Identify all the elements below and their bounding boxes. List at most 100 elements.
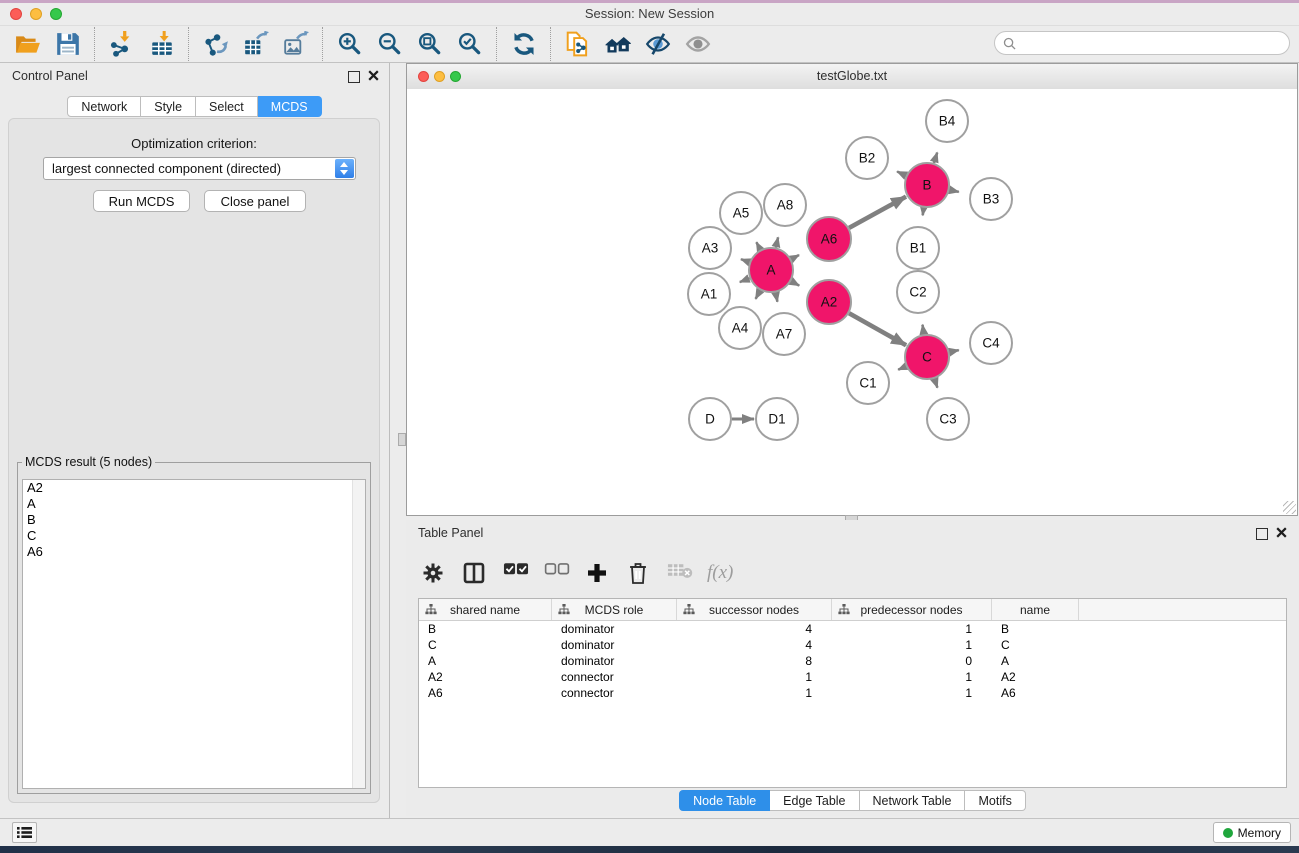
graph-node-B4[interactable]: B4	[926, 100, 968, 142]
table-cell[interactable]: dominator	[552, 637, 677, 653]
mcds-result-item[interactable]: A2	[23, 480, 365, 496]
delete-table-button[interactable]	[666, 560, 692, 586]
import-network-button[interactable]	[102, 28, 142, 60]
graph-edge-A-A7[interactable]	[776, 293, 778, 302]
graph-node-A7[interactable]: A7	[763, 313, 805, 355]
table-panel-tab-node-table[interactable]: Node Table	[679, 790, 770, 811]
zoom-selected-button[interactable]	[450, 28, 490, 60]
control-panel-close-icon[interactable]	[368, 70, 380, 82]
table-panel-close-icon[interactable]	[1276, 527, 1288, 539]
control-panel-tab-mcds[interactable]: MCDS	[258, 96, 322, 117]
zoom-fit-button[interactable]	[410, 28, 450, 60]
graph-node-A4[interactable]: A4	[719, 307, 761, 349]
table-cell[interactable]: A2	[992, 669, 1079, 685]
graph-edge-C-C2[interactable]	[923, 325, 924, 335]
graph-node-D[interactable]: D	[689, 398, 731, 440]
table-cell[interactable]: 1	[832, 621, 992, 637]
column-header-successor-nodes[interactable]: successor nodes	[677, 599, 832, 620]
graph-node-A8[interactable]: A8	[764, 184, 806, 226]
network-window-titlebar[interactable]: testGlobe.txt	[407, 64, 1297, 90]
table-cell[interactable]: dominator	[552, 621, 677, 637]
graph-node-B[interactable]: B	[905, 163, 949, 207]
settings-button[interactable]	[420, 560, 446, 586]
table-cell[interactable]: C	[992, 637, 1079, 653]
graph-edge-B-B3[interactable]	[950, 190, 959, 192]
window-resize-grip[interactable]	[1283, 501, 1296, 514]
graph-node-B1[interactable]: B1	[897, 227, 939, 269]
table-cell[interactable]: A	[992, 653, 1079, 669]
network-from-selection-button[interactable]	[558, 28, 598, 60]
hide-selected-button[interactable]	[638, 28, 678, 60]
run-mcds-button[interactable]: Run MCDS	[93, 190, 190, 212]
graph-node-A5[interactable]: A5	[720, 192, 762, 234]
network-graph[interactable]: B4B2BB3A5A8A6A3B1AA1C2A2A4A7C4CC1C3DD1	[407, 89, 1297, 515]
graph-node-A[interactable]: A	[749, 248, 793, 292]
mcds-result-item[interactable]: A6	[23, 544, 365, 560]
apply-layout-button[interactable]	[504, 28, 544, 60]
graph-node-C2[interactable]: C2	[897, 271, 939, 313]
graph-node-B2[interactable]: B2	[846, 137, 888, 179]
graph-edge-A-A3[interactable]	[741, 259, 749, 262]
graph-edge-C-C4[interactable]	[950, 350, 959, 352]
graph-edge-B-B2[interactable]	[897, 172, 906, 176]
table-cell[interactable]: B	[992, 621, 1079, 637]
graph-node-C4[interactable]: C4	[970, 322, 1012, 364]
table-row[interactable]: A6connector11A6	[419, 685, 1286, 701]
open-file-button[interactable]	[8, 28, 48, 60]
zoom-in-button[interactable]	[330, 28, 370, 60]
table-cell[interactable]: 4	[677, 637, 832, 653]
table-cell[interactable]: 1	[832, 637, 992, 653]
graph-edge-A-A6[interactable]	[791, 255, 799, 259]
graph-edge-B-B1[interactable]	[923, 208, 924, 216]
control-panel-tab-select[interactable]: Select	[196, 96, 258, 117]
save-session-button[interactable]	[48, 28, 88, 60]
graph-node-B3[interactable]: B3	[970, 178, 1012, 220]
graph-node-A6[interactable]: A6	[807, 217, 851, 261]
table-float-panel-icon[interactable]	[1256, 528, 1268, 540]
deselect-all-button[interactable]	[543, 560, 569, 586]
graph-edge-A6-B[interactable]	[849, 197, 906, 228]
zoom-out-button[interactable]	[370, 28, 410, 60]
graph-edge-A-A2[interactable]	[791, 281, 799, 286]
table-cell[interactable]: 1	[832, 685, 992, 701]
column-header-predecessor-nodes[interactable]: predecessor nodes	[832, 599, 992, 620]
table-row[interactable]: Bdominator41B	[419, 621, 1286, 637]
control-panel-tab-style[interactable]: Style	[141, 96, 196, 117]
table-cell[interactable]: A6	[419, 685, 552, 701]
column-header-shared-name[interactable]: shared name	[419, 599, 552, 620]
graph-edge-A-A1[interactable]	[740, 278, 750, 282]
select-all-button[interactable]	[502, 560, 528, 586]
mcds-result-item[interactable]: B	[23, 512, 365, 528]
show-hidden-button[interactable]	[678, 28, 718, 60]
status-list-button[interactable]	[12, 822, 37, 843]
graph-node-A1[interactable]: A1	[688, 273, 730, 315]
table-cell[interactable]: connector	[552, 669, 677, 685]
export-network-button[interactable]	[196, 28, 236, 60]
mcds-result-item[interactable]: C	[23, 528, 365, 544]
column-header-name[interactable]: name	[992, 599, 1079, 620]
table-row[interactable]: A2connector11A2	[419, 669, 1286, 685]
column-header-MCDS-role[interactable]: MCDS role	[552, 599, 677, 620]
table-panel-tab-motifs[interactable]: Motifs	[965, 790, 1025, 811]
table-cell[interactable]: 1	[832, 669, 992, 685]
criterion-select[interactable]: largest connected component (directed)	[43, 157, 356, 180]
add-column-button[interactable]	[584, 560, 610, 586]
function-builder-button[interactable]: f(x)	[707, 560, 733, 586]
table-cell[interactable]: 1	[677, 685, 832, 701]
graph-edge-A2-C[interactable]	[849, 313, 906, 345]
graph-edge-A-A5[interactable]	[756, 242, 760, 249]
graph-edge-B-B4[interactable]	[934, 153, 937, 164]
graph-edge-A-A4[interactable]	[756, 290, 761, 299]
result-list-scrollbar[interactable]	[352, 480, 365, 788]
graph-node-C3[interactable]: C3	[927, 398, 969, 440]
table-cell[interactable]: A	[419, 653, 552, 669]
export-image-button[interactable]	[276, 28, 316, 60]
mcds-result-list[interactable]: A2ABCA6	[22, 479, 366, 789]
show-columns-button[interactable]	[461, 560, 487, 586]
table-cell[interactable]: connector	[552, 685, 677, 701]
table-cell[interactable]: 1	[677, 669, 832, 685]
float-panel-icon[interactable]	[348, 71, 360, 83]
close-panel-button[interactable]: Close panel	[204, 190, 306, 212]
table-cell[interactable]: 8	[677, 653, 832, 669]
table-panel-tab-network-table[interactable]: Network Table	[860, 790, 966, 811]
